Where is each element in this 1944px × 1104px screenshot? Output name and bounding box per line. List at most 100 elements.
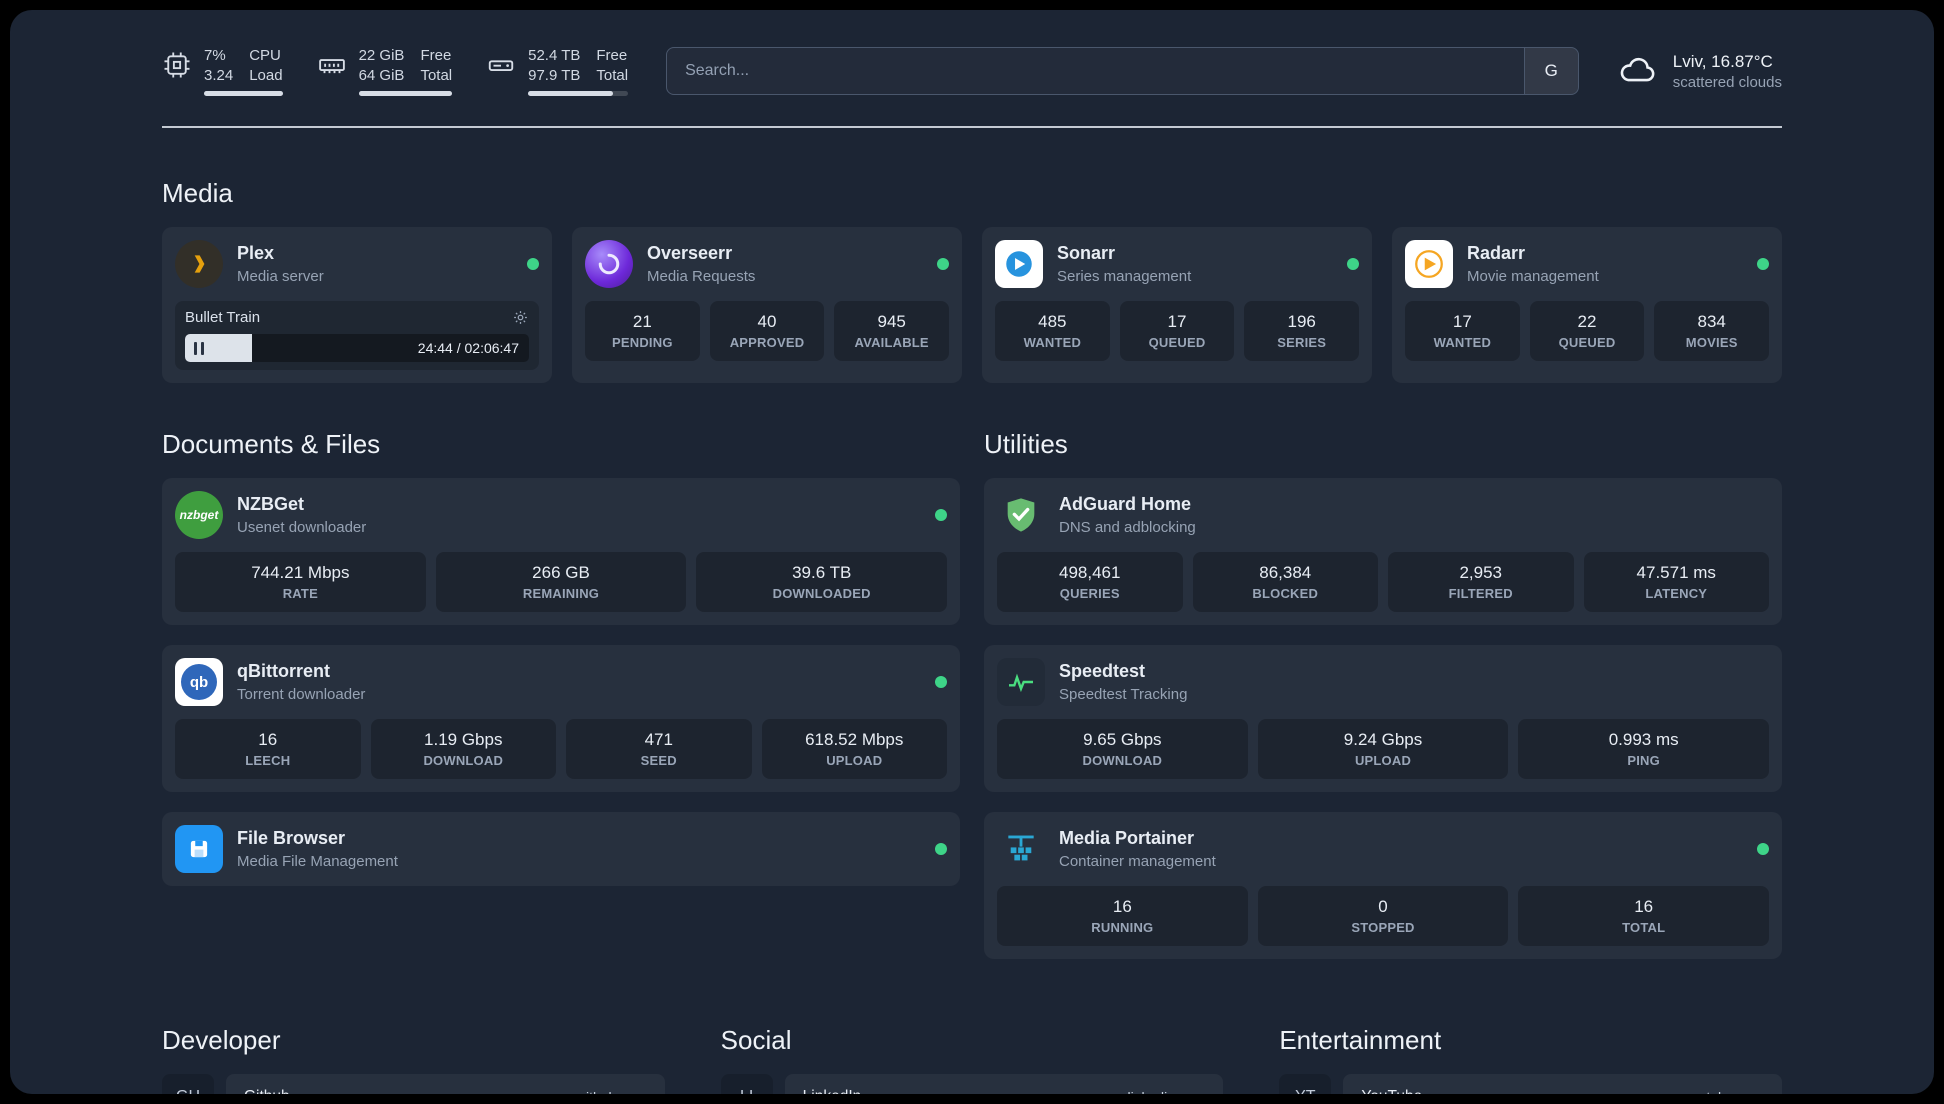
plex-icon bbox=[175, 240, 223, 288]
bookmark-abbr: GH bbox=[162, 1074, 214, 1094]
cpu-icon bbox=[162, 46, 192, 85]
status-dot bbox=[935, 509, 947, 521]
service-name: qBittorrent bbox=[237, 661, 330, 682]
weather-location: Lviv, 16.87°C bbox=[1672, 51, 1773, 71]
memory-usage-bar bbox=[358, 91, 453, 96]
disk-values: 52.4 TB 97.9 TB bbox=[528, 47, 581, 84]
service-card-qbittorrent[interactable]: qb qBittorrent Torrent downloader 16 LEE… bbox=[162, 645, 960, 792]
bookmark-linkedin[interactable]: LI LinkedIn linkedin.com bbox=[720, 1074, 1224, 1094]
stat-block: 618.52 Mbps UPLOAD bbox=[761, 719, 947, 779]
service-desc: Media File Management bbox=[237, 852, 398, 870]
plex-now-playing-widget: Bullet Train 24:44 / 02:06:47 bbox=[175, 301, 539, 370]
section-title-entertainment: Entertainment bbox=[1279, 1025, 1442, 1055]
bookmark-github[interactable]: GH Github github.com bbox=[162, 1074, 665, 1094]
memory-widget: 22 GiB 64 GiB Free Total bbox=[317, 46, 453, 96]
bookmark-youtube[interactable]: YT YouTube youtube.com bbox=[1279, 1074, 1782, 1094]
pause-icon[interactable] bbox=[194, 341, 204, 355]
stat-block: 17 WANTED bbox=[1405, 301, 1520, 361]
stat-block: 0 STOPPED bbox=[1257, 886, 1509, 946]
cloud-icon bbox=[1617, 52, 1659, 91]
status-dot bbox=[1347, 258, 1359, 270]
section-title-social: Social bbox=[720, 1025, 792, 1055]
search-provider-button[interactable]: G bbox=[1523, 48, 1578, 94]
service-desc: Speedtest Tracking bbox=[1059, 685, 1188, 703]
bookmark-url: youtube.com bbox=[1684, 1089, 1764, 1094]
service-desc: Container management bbox=[1059, 852, 1216, 870]
search-bar: G bbox=[666, 47, 1579, 95]
speedtest-icon bbox=[997, 658, 1045, 706]
section-utilities: Utilities AdGuard Home DNS and adblockin… bbox=[984, 429, 1782, 959]
section-title-utilities: Utilities bbox=[984, 429, 1068, 459]
stat-block: 17 QUEUED bbox=[1119, 301, 1235, 361]
memory-icon bbox=[317, 46, 347, 85]
stat-block: 834 MOVIES bbox=[1654, 301, 1770, 361]
disk-icon bbox=[486, 46, 516, 85]
stat-block: 744.21 Mbps RATE bbox=[175, 552, 426, 612]
service-desc: Usenet downloader bbox=[237, 518, 367, 536]
section-documents: Documents & Files nzbget NZBGet Usenet d… bbox=[162, 429, 960, 886]
stat-block: 47.571 ms LATENCY bbox=[1583, 552, 1769, 612]
section-media: Media Plex Media server Bullet Train 24:… bbox=[162, 178, 1782, 383]
status-dot bbox=[1757, 258, 1769, 270]
stat-block: 86,384 BLOCKED bbox=[1192, 552, 1378, 612]
service-card-portainer[interactable]: Media Portainer Container management 16 … bbox=[984, 812, 1782, 959]
nzbget-icon: nzbget bbox=[175, 491, 223, 539]
service-card-nzbget[interactable]: nzbget NZBGet Usenet downloader 744.21 M… bbox=[162, 478, 960, 625]
service-name: Sonarr bbox=[1057, 243, 1116, 264]
stat-block: 16 TOTAL bbox=[1518, 886, 1770, 946]
section-title-documents: Documents & Files bbox=[162, 429, 381, 459]
stat-block: 40 APPROVED bbox=[709, 301, 825, 361]
topbar: 7% 3.24 CPU Load 22 GiB 64 GiB Free Tota… bbox=[162, 46, 1782, 96]
radarr-icon bbox=[1405, 240, 1453, 288]
service-name: NZBGet bbox=[237, 494, 304, 515]
stat-block: 22 QUEUED bbox=[1529, 301, 1645, 361]
service-name: Overseerr bbox=[647, 243, 733, 264]
playback-progress-bar: 24:44 / 02:06:47 bbox=[185, 334, 529, 362]
service-card-radarr[interactable]: Radarr Movie management 17 WANTED 22 QUE… bbox=[1392, 227, 1782, 383]
resources-widget: 7% 3.24 CPU Load 22 GiB 64 GiB Free Tota… bbox=[162, 46, 629, 96]
bookmark-abbr: LI bbox=[720, 1074, 773, 1094]
service-name: Media Portainer bbox=[1059, 828, 1195, 849]
cpu-values: 7% 3.24 bbox=[204, 47, 234, 84]
section-entertainment: Entertainment YT YouTube youtube.com NF … bbox=[1279, 1025, 1782, 1094]
stat-block: 16 RUNNING bbox=[997, 886, 1248, 946]
topbar-divider bbox=[162, 126, 1782, 128]
bookmark-url: linkedin.com bbox=[1128, 1089, 1206, 1094]
stat-block: 2,953 FILTERED bbox=[1388, 552, 1574, 612]
service-desc: Media server bbox=[237, 267, 324, 285]
portainer-icon bbox=[997, 825, 1045, 873]
stat-block: 945 AVAILABLE bbox=[834, 301, 950, 361]
service-card-overseerr[interactable]: Overseerr Media Requests 21 PENDING 40 A… bbox=[572, 227, 962, 383]
service-card-plex[interactable]: Plex Media server Bullet Train 24:44 / 0… bbox=[162, 227, 552, 383]
service-card-sonarr[interactable]: Sonarr Series management 485 WANTED 17 Q… bbox=[982, 227, 1372, 383]
service-card-adguard[interactable]: AdGuard Home DNS and adblocking 498,461 … bbox=[984, 478, 1782, 625]
qbittorrent-icon: qb bbox=[175, 658, 223, 706]
section-title-media: Media bbox=[162, 178, 233, 208]
service-name: File Browser bbox=[237, 828, 346, 849]
sonarr-icon bbox=[995, 240, 1043, 288]
service-card-filebrowser[interactable]: File Browser Media File Management bbox=[162, 812, 960, 886]
search-input[interactable] bbox=[667, 62, 1524, 80]
weather-condition: scattered clouds bbox=[1672, 73, 1782, 91]
section-social: Social LI LinkedIn linkedin.com TW Twitt… bbox=[720, 1025, 1224, 1094]
stat-block: 196 SERIES bbox=[1244, 301, 1360, 361]
filebrowser-icon bbox=[175, 825, 223, 873]
status-dot bbox=[527, 258, 539, 270]
bookmark-name: Github bbox=[244, 1088, 290, 1094]
gear-icon[interactable] bbox=[512, 309, 529, 326]
stat-block: 16 LEECH bbox=[175, 719, 361, 779]
stat-block: 266 GB REMAINING bbox=[435, 552, 687, 612]
service-card-speedtest[interactable]: Speedtest Speedtest Tracking 9.65 Gbps D… bbox=[984, 645, 1782, 792]
playback-time: 24:44 / 02:06:47 bbox=[417, 340, 519, 356]
stat-block: 1.19 Gbps DOWNLOAD bbox=[370, 719, 556, 779]
bookmark-abbr: YT bbox=[1279, 1074, 1332, 1094]
status-dot bbox=[935, 676, 947, 688]
weather-widget: Lviv, 16.87°C scattered clouds bbox=[1617, 52, 1782, 91]
cpu-labels: CPU Load bbox=[249, 47, 283, 84]
memory-labels: Free Total bbox=[420, 47, 453, 84]
section-developer: Developer GH Github github.com SO StackO… bbox=[162, 1025, 665, 1094]
stat-block: 39.6 TB DOWNLOADED bbox=[696, 552, 948, 612]
service-name: AdGuard Home bbox=[1059, 494, 1192, 515]
bookmark-name: LinkedIn bbox=[803, 1088, 862, 1094]
overseerr-icon bbox=[585, 240, 633, 288]
